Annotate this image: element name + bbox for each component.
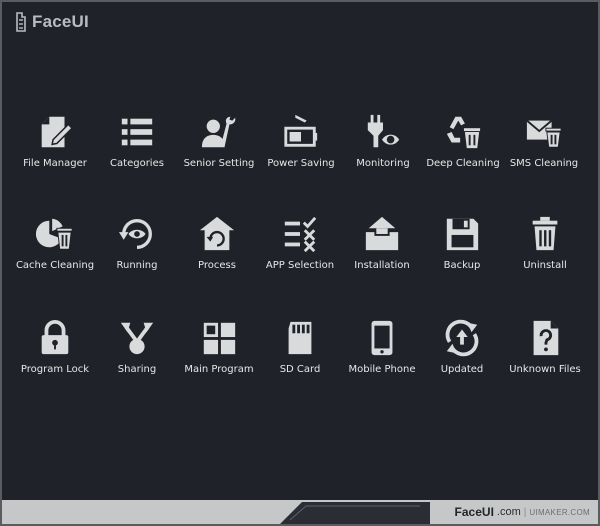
tile-label: Process [198, 260, 236, 271]
tile-updated[interactable]: Updated [421, 319, 503, 389]
tile-backup[interactable]: Backup [421, 215, 503, 285]
tile-categories[interactable]: Categories [96, 113, 178, 183]
battery-icon [284, 114, 318, 147]
tile-label: APP Selection [265, 260, 335, 271]
update-icon [445, 319, 479, 357]
file-edit-icon [41, 116, 74, 148]
floppy-icon [446, 218, 479, 251]
tile-process[interactable]: Process [176, 215, 258, 285]
tile-label: Main Program [184, 364, 254, 375]
tile-cache-cleaning[interactable]: Cache Cleaning [14, 215, 96, 285]
home-refresh-icon [199, 216, 235, 251]
brand-separator: | [523, 506, 527, 518]
phone-icon [371, 320, 393, 356]
plug-eye-icon [367, 114, 401, 148]
tile-label: Unknown Files [509, 364, 581, 375]
tile-sd-card[interactable]: SD Card [259, 319, 341, 389]
tile-label: Monitoring [356, 158, 410, 169]
tile-main-program[interactable]: Main Program [178, 319, 260, 389]
mail-trash-icon [526, 119, 562, 148]
tile-label: File Manager [23, 158, 87, 169]
lock-icon [41, 319, 69, 355]
tile-program-lock[interactable]: Program Lock [14, 319, 96, 389]
tile-uninstall[interactable]: Uninstall [504, 215, 586, 285]
user-wrench-icon [201, 116, 236, 148]
brand-site: UIMAKER.COM [529, 507, 590, 517]
share-icon [120, 322, 154, 355]
tile-file-manager[interactable]: File Manager [14, 113, 96, 183]
box-icon [365, 216, 399, 251]
trash-icon [532, 216, 558, 251]
tile-label: Updated [440, 364, 484, 375]
tile-label: SMS Cleaning [509, 158, 579, 169]
tile-label: Uninstall [523, 260, 567, 271]
tile-label: Sharing [117, 364, 157, 375]
sd-card-icon [288, 321, 312, 355]
tile-deep-cleaning[interactable]: Deep Cleaning [422, 113, 504, 183]
tile-mobile-phone[interactable]: Mobile Phone [341, 319, 423, 389]
refresh-eye-icon [118, 219, 152, 249]
tile-label: Deep Cleaning [426, 158, 500, 169]
grid-icon [203, 322, 236, 355]
list-icon [121, 118, 153, 146]
tile-label: Cache Cleaning [15, 260, 95, 271]
tile-unknown-files[interactable]: Unknown Files [504, 319, 586, 389]
tile-label: Running [116, 260, 158, 271]
tile-label: Mobile Phone [348, 364, 416, 375]
recycle-trash-icon [446, 116, 481, 149]
tile-running[interactable]: Running [96, 215, 178, 285]
tile-sms-cleaning[interactable]: SMS Cleaning [503, 113, 585, 183]
tile-app-selection[interactable]: APP Selection [259, 215, 341, 285]
tile-senior-setting[interactable]: Senior Setting [178, 113, 260, 183]
pie-trash-icon [36, 218, 73, 250]
tile-monitoring[interactable]: Monitoring [342, 113, 424, 183]
tile-label: Senior Setting [183, 158, 255, 169]
tile-label: Power Saving [267, 158, 335, 169]
tile-installation[interactable]: Installation [341, 215, 423, 285]
tile-label: Installation [354, 260, 410, 271]
tile-label: SD Card [279, 364, 321, 375]
icon-grid: File Manager Categories Senior Setting P… [0, 0, 600, 526]
tile-label: Program Lock [20, 364, 90, 375]
footer-brand: FaceUI .com | UIMAKER.COM [455, 504, 590, 520]
tile-label: Categories [110, 158, 164, 169]
brand-suffix: .com [496, 506, 521, 518]
unknown-file-icon [533, 320, 559, 356]
tile-sharing[interactable]: Sharing [96, 319, 178, 389]
checklist-icon [284, 216, 317, 253]
tile-power-saving[interactable]: Power Saving [260, 113, 342, 183]
tile-label: Backup [443, 260, 481, 271]
brand-name: FaceUI [454, 505, 494, 519]
footer-decoration [280, 502, 430, 524]
